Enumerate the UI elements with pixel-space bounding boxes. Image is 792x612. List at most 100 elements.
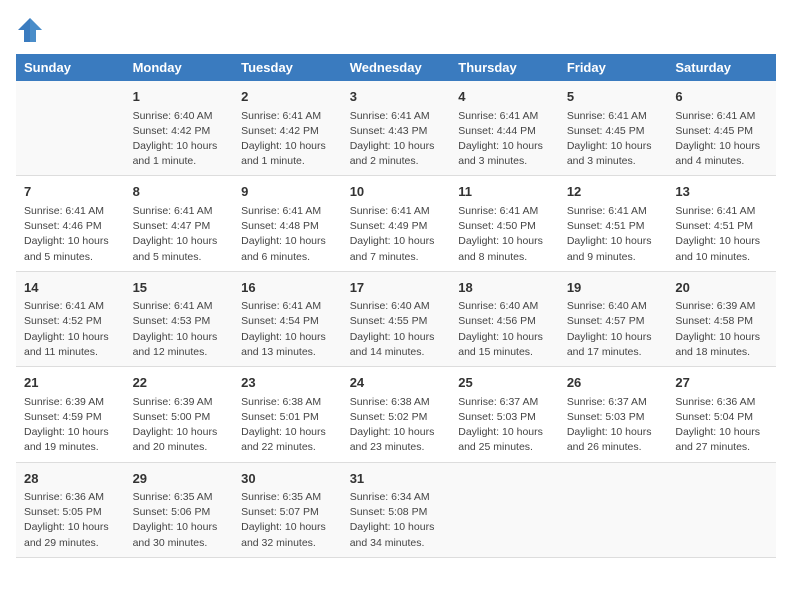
day-number: 10 — [350, 182, 443, 202]
day-info: Sunrise: 6:41 AM Sunset: 4:45 PM Dayligh… — [567, 109, 660, 170]
page-header — [16, 16, 776, 44]
day-info: Sunrise: 6:41 AM Sunset: 4:52 PM Dayligh… — [24, 299, 117, 360]
day-info: Sunrise: 6:40 AM Sunset: 4:55 PM Dayligh… — [350, 299, 443, 360]
day-cell: 27Sunrise: 6:36 AM Sunset: 5:04 PM Dayli… — [667, 367, 776, 462]
day-number: 21 — [24, 373, 117, 393]
day-cell: 24Sunrise: 6:38 AM Sunset: 5:02 PM Dayli… — [342, 367, 451, 462]
day-cell: 6Sunrise: 6:41 AM Sunset: 4:45 PM Daylig… — [667, 81, 776, 176]
day-info: Sunrise: 6:41 AM Sunset: 4:43 PM Dayligh… — [350, 109, 443, 170]
week-row-5: 28Sunrise: 6:36 AM Sunset: 5:05 PM Dayli… — [16, 462, 776, 557]
day-number: 17 — [350, 278, 443, 298]
day-info: Sunrise: 6:38 AM Sunset: 5:02 PM Dayligh… — [350, 395, 443, 456]
day-cell: 8Sunrise: 6:41 AM Sunset: 4:47 PM Daylig… — [125, 176, 234, 271]
day-info: Sunrise: 6:40 AM Sunset: 4:57 PM Dayligh… — [567, 299, 660, 360]
day-info: Sunrise: 6:37 AM Sunset: 5:03 PM Dayligh… — [458, 395, 551, 456]
day-cell: 13Sunrise: 6:41 AM Sunset: 4:51 PM Dayli… — [667, 176, 776, 271]
day-cell: 15Sunrise: 6:41 AM Sunset: 4:53 PM Dayli… — [125, 271, 234, 366]
day-cell: 20Sunrise: 6:39 AM Sunset: 4:58 PM Dayli… — [667, 271, 776, 366]
header-row: SundayMondayTuesdayWednesdayThursdayFrid… — [16, 54, 776, 81]
day-header-friday: Friday — [559, 54, 668, 81]
day-number: 11 — [458, 182, 551, 202]
calendar-header: SundayMondayTuesdayWednesdayThursdayFrid… — [16, 54, 776, 81]
day-number: 23 — [241, 373, 334, 393]
day-info: Sunrise: 6:41 AM Sunset: 4:42 PM Dayligh… — [241, 109, 334, 170]
day-number: 28 — [24, 469, 117, 489]
day-number: 3 — [350, 87, 443, 107]
day-number: 26 — [567, 373, 660, 393]
day-number: 5 — [567, 87, 660, 107]
day-number: 24 — [350, 373, 443, 393]
day-cell: 31Sunrise: 6:34 AM Sunset: 5:08 PM Dayli… — [342, 462, 451, 557]
day-info: Sunrise: 6:41 AM Sunset: 4:47 PM Dayligh… — [133, 204, 226, 265]
day-info: Sunrise: 6:38 AM Sunset: 5:01 PM Dayligh… — [241, 395, 334, 456]
day-header-saturday: Saturday — [667, 54, 776, 81]
day-info: Sunrise: 6:41 AM Sunset: 4:49 PM Dayligh… — [350, 204, 443, 265]
day-cell: 18Sunrise: 6:40 AM Sunset: 4:56 PM Dayli… — [450, 271, 559, 366]
calendar-table: SundayMondayTuesdayWednesdayThursdayFrid… — [16, 54, 776, 558]
day-info: Sunrise: 6:41 AM Sunset: 4:50 PM Dayligh… — [458, 204, 551, 265]
day-info: Sunrise: 6:41 AM Sunset: 4:45 PM Dayligh… — [675, 109, 768, 170]
day-cell: 10Sunrise: 6:41 AM Sunset: 4:49 PM Dayli… — [342, 176, 451, 271]
week-row-4: 21Sunrise: 6:39 AM Sunset: 4:59 PM Dayli… — [16, 367, 776, 462]
day-cell: 17Sunrise: 6:40 AM Sunset: 4:55 PM Dayli… — [342, 271, 451, 366]
day-info: Sunrise: 6:41 AM Sunset: 4:53 PM Dayligh… — [133, 299, 226, 360]
day-cell: 4Sunrise: 6:41 AM Sunset: 4:44 PM Daylig… — [450, 81, 559, 176]
day-number: 9 — [241, 182, 334, 202]
day-cell — [559, 462, 668, 557]
week-row-2: 7Sunrise: 6:41 AM Sunset: 4:46 PM Daylig… — [16, 176, 776, 271]
day-cell: 23Sunrise: 6:38 AM Sunset: 5:01 PM Dayli… — [233, 367, 342, 462]
day-info: Sunrise: 6:41 AM Sunset: 4:51 PM Dayligh… — [675, 204, 768, 265]
logo — [16, 16, 48, 44]
logo-icon — [16, 16, 44, 44]
day-cell: 1Sunrise: 6:40 AM Sunset: 4:42 PM Daylig… — [125, 81, 234, 176]
day-info: Sunrise: 6:36 AM Sunset: 5:04 PM Dayligh… — [675, 395, 768, 456]
day-number: 15 — [133, 278, 226, 298]
day-number: 8 — [133, 182, 226, 202]
day-header-monday: Monday — [125, 54, 234, 81]
day-cell: 21Sunrise: 6:39 AM Sunset: 4:59 PM Dayli… — [16, 367, 125, 462]
day-info: Sunrise: 6:41 AM Sunset: 4:44 PM Dayligh… — [458, 109, 551, 170]
day-number: 13 — [675, 182, 768, 202]
day-number: 1 — [133, 87, 226, 107]
day-info: Sunrise: 6:37 AM Sunset: 5:03 PM Dayligh… — [567, 395, 660, 456]
day-number: 29 — [133, 469, 226, 489]
day-cell: 2Sunrise: 6:41 AM Sunset: 4:42 PM Daylig… — [233, 81, 342, 176]
day-cell: 7Sunrise: 6:41 AM Sunset: 4:46 PM Daylig… — [16, 176, 125, 271]
day-info: Sunrise: 6:35 AM Sunset: 5:07 PM Dayligh… — [241, 490, 334, 551]
day-cell: 9Sunrise: 6:41 AM Sunset: 4:48 PM Daylig… — [233, 176, 342, 271]
day-cell: 16Sunrise: 6:41 AM Sunset: 4:54 PM Dayli… — [233, 271, 342, 366]
day-number: 20 — [675, 278, 768, 298]
day-header-wednesday: Wednesday — [342, 54, 451, 81]
day-number: 14 — [24, 278, 117, 298]
day-info: Sunrise: 6:41 AM Sunset: 4:48 PM Dayligh… — [241, 204, 334, 265]
day-cell — [667, 462, 776, 557]
week-row-3: 14Sunrise: 6:41 AM Sunset: 4:52 PM Dayli… — [16, 271, 776, 366]
day-cell: 19Sunrise: 6:40 AM Sunset: 4:57 PM Dayli… — [559, 271, 668, 366]
day-cell: 30Sunrise: 6:35 AM Sunset: 5:07 PM Dayli… — [233, 462, 342, 557]
day-number: 31 — [350, 469, 443, 489]
day-info: Sunrise: 6:35 AM Sunset: 5:06 PM Dayligh… — [133, 490, 226, 551]
day-cell: 22Sunrise: 6:39 AM Sunset: 5:00 PM Dayli… — [125, 367, 234, 462]
day-cell: 26Sunrise: 6:37 AM Sunset: 5:03 PM Dayli… — [559, 367, 668, 462]
day-cell — [16, 81, 125, 176]
day-info: Sunrise: 6:39 AM Sunset: 4:58 PM Dayligh… — [675, 299, 768, 360]
day-info: Sunrise: 6:40 AM Sunset: 4:56 PM Dayligh… — [458, 299, 551, 360]
day-number: 27 — [675, 373, 768, 393]
day-number: 18 — [458, 278, 551, 298]
day-info: Sunrise: 6:41 AM Sunset: 4:51 PM Dayligh… — [567, 204, 660, 265]
day-info: Sunrise: 6:39 AM Sunset: 5:00 PM Dayligh… — [133, 395, 226, 456]
day-cell — [450, 462, 559, 557]
day-cell: 29Sunrise: 6:35 AM Sunset: 5:06 PM Dayli… — [125, 462, 234, 557]
day-info: Sunrise: 6:34 AM Sunset: 5:08 PM Dayligh… — [350, 490, 443, 551]
day-header-tuesday: Tuesday — [233, 54, 342, 81]
day-number: 19 — [567, 278, 660, 298]
day-number: 2 — [241, 87, 334, 107]
day-number: 12 — [567, 182, 660, 202]
day-number: 6 — [675, 87, 768, 107]
day-cell: 5Sunrise: 6:41 AM Sunset: 4:45 PM Daylig… — [559, 81, 668, 176]
day-number: 25 — [458, 373, 551, 393]
day-number: 22 — [133, 373, 226, 393]
day-info: Sunrise: 6:40 AM Sunset: 4:42 PM Dayligh… — [133, 109, 226, 170]
day-number: 16 — [241, 278, 334, 298]
day-header-thursday: Thursday — [450, 54, 559, 81]
